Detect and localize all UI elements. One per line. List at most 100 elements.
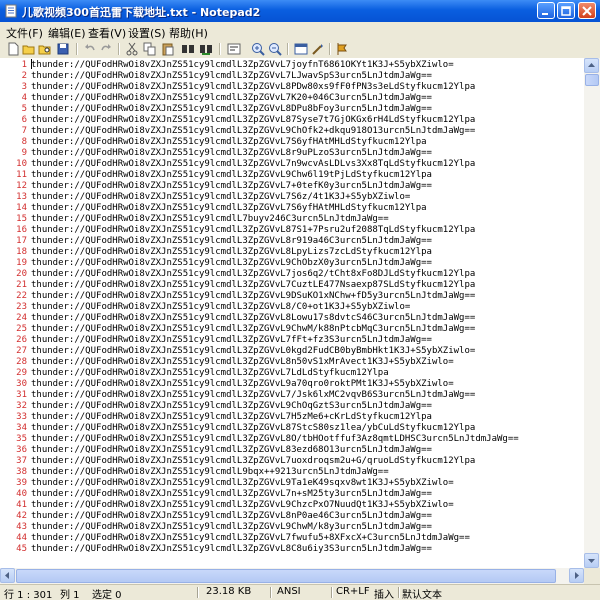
text-line[interactable]: 41 thunder://QUFodHRwOi8vZXJnZS51cy9lcmdl… — [0, 500, 584, 511]
text-line[interactable]: 13 thunder://QUFodHRwOi8vZXJnZS51cy9lcmdl… — [0, 192, 584, 203]
text-line[interactable]: 35 thunder://QUFodHRwOi8vZXJnZS51cy9lcmdl… — [0, 434, 584, 445]
text-line[interactable]: 36 thunder://QUFodHRwOi8vZXJnZS51cy9lcmdl… — [0, 445, 584, 456]
close-button[interactable] — [578, 2, 596, 19]
line-number: 12 — [16, 181, 27, 191]
text-editor[interactable]: 1 thunder://QUFodHRwOi8vZXJnZS51cy9lcmdlL… — [0, 58, 584, 568]
maximize-button[interactable] — [557, 2, 575, 19]
vertical-scrollbar[interactable] — [584, 58, 600, 568]
zoom-out-icon[interactable] — [268, 42, 282, 56]
text-line[interactable]: 28 thunder://QUFodHRwOi8vZXJnZS51cy9lcmdl… — [0, 357, 584, 368]
text-line[interactable]: 19 thunder://QUFodHRwOi8vZXJnZS51cy9lcmdl… — [0, 258, 584, 269]
text-line[interactable]: 14 thunder://QUFodHRwOi8vZXJnZS51cy9lcmdl… — [0, 203, 584, 214]
text-line[interactable]: 30 thunder://QUFodHRwOi8vZXJnZS51cy9lcmdl… — [0, 379, 584, 390]
text-line[interactable]: 2 thunder://QUFodHRwOi8vZXJnZS51cy9lcmdlL… — [0, 71, 584, 82]
status-encoding[interactable]: ANSI — [277, 586, 301, 597]
line-text: thunder://QUFodHRwOi8vZXJnZS51cy9lcmdlL3… — [31, 478, 454, 488]
text-line[interactable]: 29 thunder://QUFodHRwOi8vZXJnZS51cy9lcmdl… — [0, 368, 584, 379]
text-line[interactable]: 10 thunder://QUFodHRwOi8vZXJnZS51cy9lcmdl… — [0, 159, 584, 170]
text-line[interactable]: 45 thunder://QUFodHRwOi8vZXJnZS51cy9lcmdl… — [0, 544, 584, 555]
menu-settings[interactable]: 设置(S) — [128, 25, 166, 41]
text-line[interactable]: 7 thunder://QUFodHRwOi8vZXJnZS51cy9lcmdlL… — [0, 126, 584, 137]
find-icon[interactable] — [181, 42, 195, 56]
line-text: thunder://QUFodHRwOi8vZXJnZS51cy9lcmdlL3… — [31, 269, 476, 279]
line-number: 38 — [16, 467, 27, 477]
text-line[interactable]: 8 thunder://QUFodHRwOi8vZXJnZS51cy9lcmdlL… — [0, 137, 584, 148]
copy-icon[interactable] — [143, 42, 157, 56]
text-line[interactable]: 18 thunder://QUFodHRwOi8vZXJnZS51cy9lcmdl… — [0, 247, 584, 258]
text-line[interactable]: 42 thunder://QUFodHRwOi8vZXJnZS51cy9lcmdl… — [0, 511, 584, 522]
line-number: 40 — [16, 489, 27, 499]
text-line[interactable]: 17 thunder://QUFodHRwOi8vZXJnZS51cy9lcmdl… — [0, 236, 584, 247]
line-number: 20 — [16, 269, 27, 279]
menu-file[interactable]: 文件(F) — [6, 25, 43, 41]
line-number: 34 — [16, 423, 27, 433]
text-line[interactable]: 26 thunder://QUFodHRwOi8vZXJnZS51cy9lcmdl… — [0, 335, 584, 346]
open-icon[interactable] — [22, 42, 36, 56]
text-line[interactable]: 15 thunder://QUFodHRwOi8vZXJnZS51cy9lcmdl… — [0, 214, 584, 225]
text-line[interactable]: 6 thunder://QUFodHRwOi8vZXJnZS51cy9lcmdlL… — [0, 115, 584, 126]
scroll-right-button[interactable] — [569, 568, 584, 583]
redo-icon[interactable] — [99, 42, 113, 56]
line-text: thunder://QUFodHRwOi8vZXJnZS51cy9lcmdlL3… — [31, 335, 432, 345]
scroll-down-button[interactable] — [584, 553, 599, 568]
toolbar-separator — [329, 43, 331, 55]
line-text: thunder://QUFodHRwOi8vZXJnZS51cy9lcmdlL3… — [31, 346, 476, 356]
zoom-in-icon[interactable] — [251, 42, 265, 56]
minimize-button[interactable] — [537, 2, 555, 19]
scroll-up-button[interactable] — [584, 58, 599, 73]
status-divider — [331, 587, 333, 598]
text-line[interactable]: 32 thunder://QUFodHRwOi8vZXJnZS51cy9lcmdl… — [0, 401, 584, 412]
settings-icon[interactable] — [311, 42, 325, 56]
paste-icon[interactable] — [161, 42, 175, 56]
menu-help[interactable]: 帮助(H) — [169, 25, 208, 41]
text-line[interactable]: 40 thunder://QUFodHRwOi8vZXJnZS51cy9lcmdl… — [0, 489, 584, 500]
status-scheme[interactable]: 默认文本 — [402, 586, 442, 601]
text-line[interactable]: 34 thunder://QUFodHRwOi8vZXJnZS51cy9lcmdl… — [0, 423, 584, 434]
text-line[interactable]: 22 thunder://QUFodHRwOi8vZXJnZS51cy9lcmdl… — [0, 291, 584, 302]
text-line[interactable]: 1 thunder://QUFodHRwOi8vZXJnZS51cy9lcmdlL… — [0, 60, 584, 71]
browse-icon[interactable] — [38, 42, 52, 56]
save-icon[interactable] — [56, 42, 70, 56]
text-line[interactable]: 12 thunder://QUFodHRwOi8vZXJnZS51cy9lcmdl… — [0, 181, 584, 192]
menu-view[interactable]: 查看(V) — [88, 25, 126, 41]
toolbar-separator — [76, 43, 78, 55]
undo-icon[interactable] — [83, 42, 97, 56]
status-column: 列 1 — [60, 590, 80, 601]
replace-icon[interactable] — [199, 42, 213, 56]
text-line[interactable]: 43 thunder://QUFodHRwOi8vZXJnZS51cy9lcmdl… — [0, 522, 584, 533]
line-number: 45 — [16, 544, 27, 554]
text-line[interactable]: 38 thunder://QUFodHRwOi8vZXJnZS51cy9lcmdl… — [0, 467, 584, 478]
line-text: thunder://QUFodHRwOi8vZXJnZS51cy9lcmdlL3… — [31, 291, 476, 301]
text-line[interactable]: 4 thunder://QUFodHRwOi8vZXJnZS51cy9lcmdlL… — [0, 93, 584, 104]
text-line[interactable]: 44 thunder://QUFodHRwOi8vZXJnZS51cy9lcmdl… — [0, 533, 584, 544]
text-line[interactable]: 21 thunder://QUFodHRwOi8vZXJnZS51cy9lcmdl… — [0, 280, 584, 291]
text-line[interactable]: 5 thunder://QUFodHRwOi8vZXJnZS51cy9lcmdlL… — [0, 104, 584, 115]
scheme-icon[interactable] — [294, 42, 308, 56]
text-line[interactable]: 27 thunder://QUFodHRwOi8vZXJnZS51cy9lcmdl… — [0, 346, 584, 357]
text-line[interactable]: 23 thunder://QUFodHRwOi8vZXJnZS51cy9lcmdl… — [0, 302, 584, 313]
exit-icon[interactable] — [336, 42, 350, 56]
text-line[interactable]: 16 thunder://QUFodHRwOi8vZXJnZS51cy9lcmdl… — [0, 225, 584, 236]
line-number: 43 — [16, 522, 27, 532]
vertical-scroll-thumb[interactable] — [585, 74, 599, 86]
text-line[interactable]: 9 thunder://QUFodHRwOi8vZXJnZS51cy9lcmdlL… — [0, 148, 584, 159]
status-line-ending[interactable]: CR+LF — [336, 586, 370, 597]
horizontal-scrollbar[interactable] — [0, 568, 584, 584]
menu-edit[interactable]: 编辑(E) — [48, 25, 86, 41]
text-line[interactable]: 37 thunder://QUFodHRwOi8vZXJnZS51cy9lcmdl… — [0, 456, 584, 467]
text-line[interactable]: 39 thunder://QUFodHRwOi8vZXJnZS51cy9lcmdl… — [0, 478, 584, 489]
text-line[interactable]: 3 thunder://QUFodHRwOi8vZXJnZS51cy9lcmdlL… — [0, 82, 584, 93]
text-line[interactable]: 11 thunder://QUFodHRwOi8vZXJnZS51cy9lcmdl… — [0, 170, 584, 181]
scroll-left-button[interactable] — [0, 568, 15, 583]
status-bar: 行 1 : 301 列 1 选定 0 23.18 KB ANSI CR+LF 插… — [0, 584, 600, 601]
text-line[interactable]: 24 thunder://QUFodHRwOi8vZXJnZS51cy9lcmdl… — [0, 313, 584, 324]
new-icon[interactable] — [6, 42, 20, 56]
text-line[interactable]: 33 thunder://QUFodHRwOi8vZXJnZS51cy9lcmdl… — [0, 412, 584, 423]
text-line[interactable]: 20 thunder://QUFodHRwOi8vZXJnZS51cy9lcmdl… — [0, 269, 584, 280]
cut-icon[interactable] — [125, 42, 139, 56]
word-wrap-icon[interactable] — [227, 42, 241, 56]
toolbar — [0, 41, 600, 59]
horizontal-scroll-thumb[interactable] — [16, 569, 556, 583]
text-line[interactable]: 25 thunder://QUFodHRwOi8vZXJnZS51cy9lcmdl… — [0, 324, 584, 335]
text-line[interactable]: 31 thunder://QUFodHRwOi8vZXJnZS51cy9lcmdl… — [0, 390, 584, 401]
